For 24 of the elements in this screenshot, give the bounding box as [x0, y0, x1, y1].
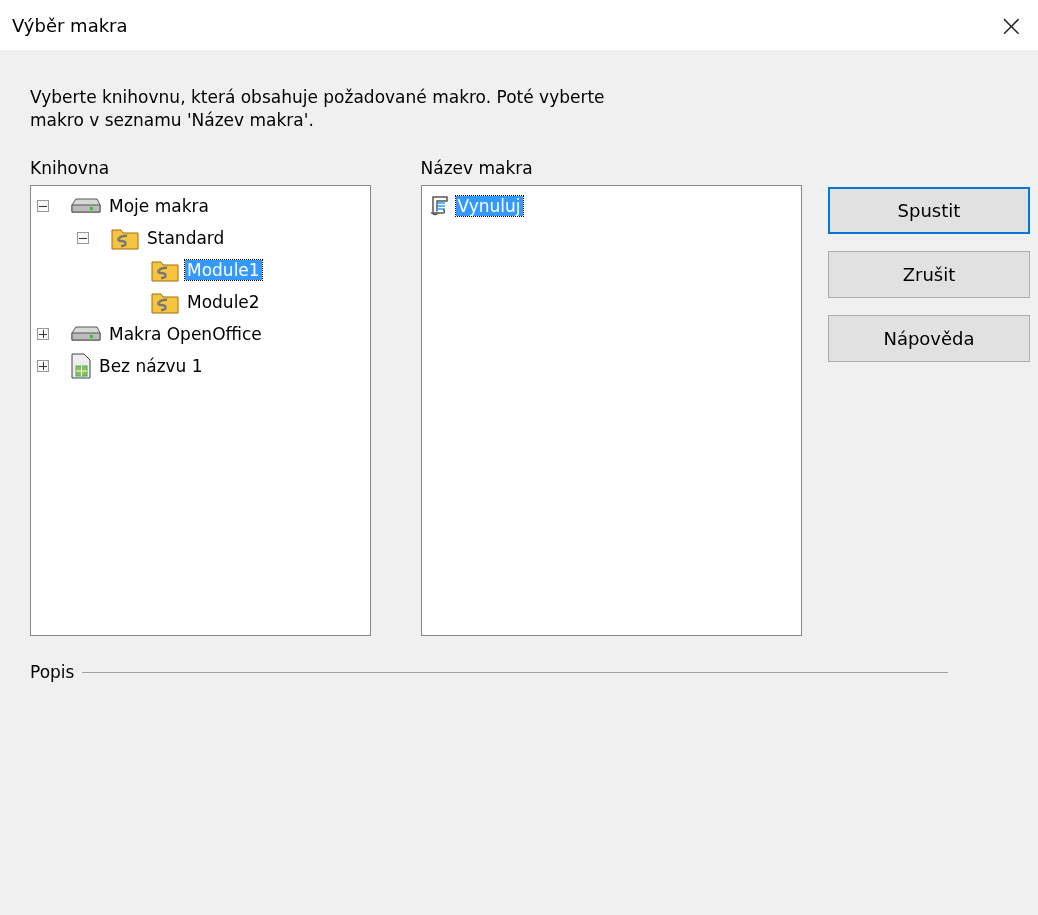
folder-icon — [151, 258, 179, 282]
macro-name-label: Název makra — [420, 158, 534, 180]
dialog-button[interactable]: Spustit — [828, 187, 1030, 234]
collapse-button[interactable] — [77, 232, 89, 244]
drive-icon — [71, 326, 101, 342]
tree-item[interactable]: Standard — [145, 228, 227, 248]
expand-button[interactable] — [37, 360, 49, 372]
expand-button[interactable] — [37, 328, 49, 340]
dialog-button[interactable]: Zrušit — [828, 251, 1030, 298]
close-button[interactable]: × — [994, 7, 1028, 43]
library-label: Knihovna — [30, 158, 111, 180]
tree-item[interactable]: Module2 — [185, 292, 262, 312]
folder-icon — [111, 226, 139, 250]
window-title: Výběr makra — [12, 14, 128, 36]
tree-item[interactable]: Bez názvu 1 — [97, 356, 205, 376]
instructions-text: Vyberte knihovnu, která obsahuje požadované makro. Poté vyberte makro v seznamu 'Název makra'. — [30, 86, 606, 132]
tree-item[interactable]: Moje makra — [107, 196, 211, 216]
drive-icon — [71, 198, 101, 214]
spreadsheet-icon — [71, 353, 91, 379]
folder-icon — [151, 290, 179, 314]
collapse-button[interactable] — [37, 200, 49, 212]
dialog-button[interactable]: Nápověda — [828, 315, 1030, 362]
description-label: Popis — [30, 662, 75, 682]
tree-item[interactable]: Makra OpenOffice — [107, 324, 264, 344]
